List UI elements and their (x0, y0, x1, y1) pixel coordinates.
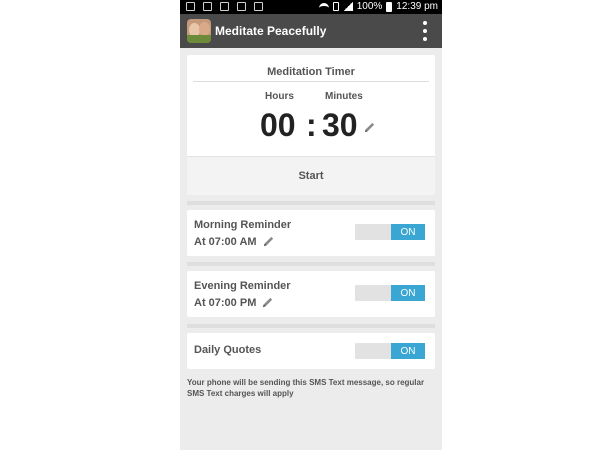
overflow-menu-icon[interactable] (422, 21, 428, 41)
notification-icons (186, 2, 263, 11)
minutes-value[interactable]: 30 (322, 107, 358, 144)
hours-value[interactable]: 00 (260, 107, 296, 144)
evening-reminder-time[interactable]: At 07:00 PM (194, 296, 274, 309)
app-logo-icon[interactable] (187, 19, 211, 43)
wifi-icon (318, 2, 329, 11)
toggle-on-label: ON (391, 224, 425, 240)
daily-quotes-title: Daily Quotes (194, 344, 262, 356)
app-bar: Meditate Peacefully (180, 14, 442, 48)
timer-divider (193, 81, 429, 82)
toggle-on-label: ON (391, 285, 425, 301)
morning-reminder-time[interactable]: At 07:00 AM (194, 235, 275, 248)
mail-icon (220, 2, 229, 11)
daily-quotes-card: Daily Quotes ON (187, 333, 435, 369)
timer-display: 00 : 30 (187, 107, 435, 147)
evening-reminder-title: Evening Reminder (194, 280, 291, 292)
image-icon (203, 2, 212, 11)
toggle-on-label: ON (391, 343, 425, 359)
app-title: Meditate Peacefully (215, 24, 327, 38)
edit-morning-time-icon[interactable] (262, 235, 275, 248)
edit-evening-time-icon[interactable] (261, 296, 274, 309)
hours-label: Hours (265, 91, 294, 102)
gallery-icon (254, 2, 263, 11)
cloud-icon (237, 2, 246, 11)
clock: 12:39 pm (396, 1, 438, 12)
screenshot-icon (186, 2, 195, 11)
start-button[interactable]: Start (187, 156, 435, 195)
sim-icon (332, 2, 339, 11)
timer-title: Meditation Timer (267, 66, 355, 78)
daily-quotes-toggle[interactable]: ON (355, 343, 425, 359)
evening-reminder-time-text: At 07:00 PM (194, 296, 257, 309)
minutes-label: Minutes (325, 91, 363, 102)
section-divider (187, 201, 435, 205)
status-right: 100% 12:39 pm (318, 1, 438, 12)
morning-reminder-toggle[interactable]: ON (355, 224, 425, 240)
section-divider (187, 324, 435, 328)
status-bar: 100% 12:39 pm (180, 0, 442, 14)
phone-screen: 100% 12:39 pm Meditate Peacefully Medita… (180, 0, 442, 450)
timer-card: Meditation Timer Hours Minutes 00 : 30 S… (187, 55, 435, 195)
evening-reminder-toggle[interactable]: ON (355, 285, 425, 301)
morning-reminder-card: Morning Reminder At 07:00 AM ON (187, 210, 435, 256)
morning-reminder-title: Morning Reminder (194, 219, 292, 231)
time-separator: : (306, 107, 317, 143)
edit-timer-icon[interactable] (363, 121, 376, 134)
sms-charges-note: Your phone will be sending this SMS Text… (187, 378, 425, 398)
battery-percent: 100% (356, 1, 383, 12)
battery-icon (386, 1, 393, 12)
morning-reminder-time-text: At 07:00 AM (194, 235, 257, 248)
signal-icon (342, 2, 353, 11)
section-divider (187, 262, 435, 266)
evening-reminder-card: Evening Reminder At 07:00 PM ON (187, 271, 435, 317)
